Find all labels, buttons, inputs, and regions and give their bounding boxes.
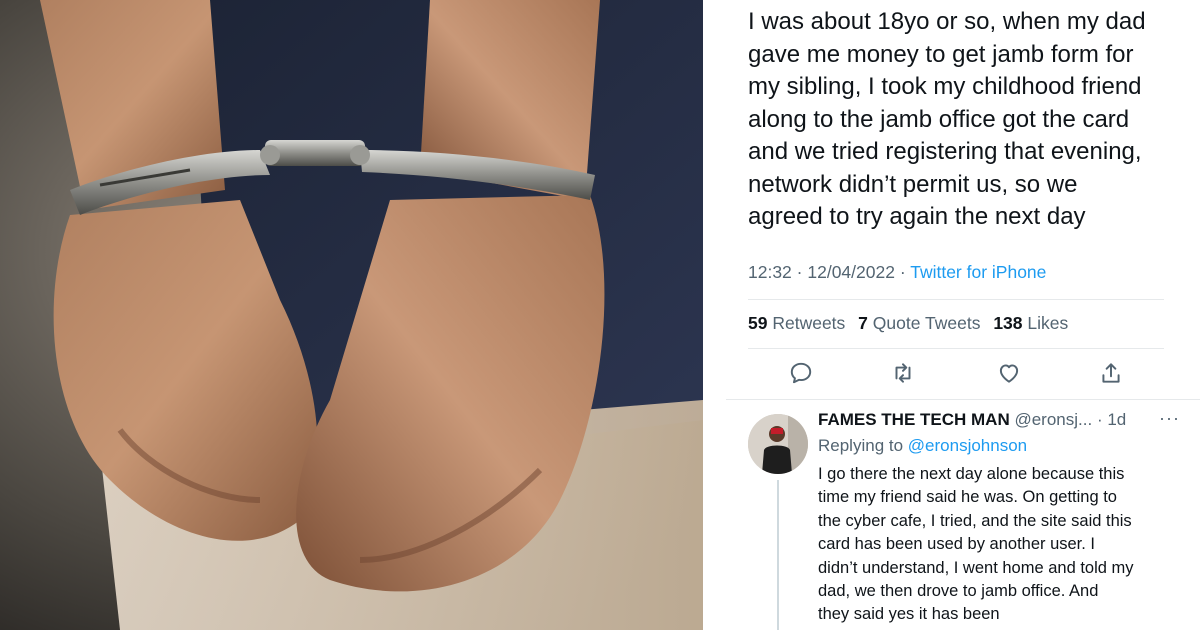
meta-separator: · <box>796 262 808 282</box>
replying-to-mention[interactable]: @eronsjohnson <box>908 436 1027 455</box>
thread-line <box>777 480 779 630</box>
tweet-panel: I was about 18yo or so, when my dad gave… <box>703 0 1200 630</box>
quotes-count: 7 <box>858 313 868 333</box>
reply-age: 1d <box>1107 410 1127 429</box>
retweets-stat[interactable]: 59 Retweets <box>748 313 845 333</box>
tweet-actions <box>748 358 1164 392</box>
retweets-label: Retweets <box>772 313 846 333</box>
tweet-stats: 59 Retweets 7 Quote Tweets 138 Likes <box>748 313 1068 334</box>
reply-button[interactable] <box>788 360 816 388</box>
user-photo-icon <box>748 414 808 474</box>
retweet-icon <box>895 363 911 383</box>
replying-prefix: Replying to <box>818 436 904 455</box>
like-button[interactable] <box>996 360 1024 388</box>
reply-header: FAMES THE TECH MAN @eronsj... · 1d <box>818 410 1126 430</box>
tweet-source-link[interactable]: Twitter for iPhone <box>910 262 1046 282</box>
retweet-button[interactable] <box>890 360 918 388</box>
reply-icon <box>790 362 812 384</box>
likes-count: 138 <box>993 313 1023 333</box>
avatar[interactable] <box>748 414 808 474</box>
divider <box>748 299 1164 300</box>
reply-author-handle[interactable]: @eronsj... <box>1014 410 1092 429</box>
tweet-time: 12:32 <box>748 262 792 282</box>
divider <box>748 348 1164 349</box>
meta-separator: · <box>899 262 911 282</box>
likes-stat[interactable]: 138 Likes <box>993 313 1068 333</box>
share-icon <box>1102 363 1120 383</box>
reply-author-name[interactable]: FAMES THE TECH MAN <box>818 410 1010 429</box>
retweets-count: 59 <box>748 313 768 333</box>
likes-label: Likes <box>1027 313 1069 333</box>
tweet-text: I was about 18yo or so, when my dad gave… <box>748 8 1146 230</box>
quotes-label: Quote Tweets <box>872 313 981 333</box>
meta-separator: · <box>1096 410 1108 429</box>
reply-text: I go there the next day alone because th… <box>818 465 1134 624</box>
tweet-meta: 12:32 · 12/04/2022 · Twitter for iPhone <box>748 262 1046 283</box>
like-icon <box>999 364 1019 383</box>
replying-to: Replying to @eronsjohnson <box>818 436 1027 456</box>
more-options-icon[interactable]: ··· <box>1159 408 1180 429</box>
tweet-date: 12/04/2022 <box>807 262 895 282</box>
reply-tweet[interactable]: FAMES THE TECH MAN @eronsj... · 1d ··· R… <box>726 399 1200 630</box>
handcuffs-photo <box>0 0 703 630</box>
quotes-stat[interactable]: 7 Quote Tweets <box>858 313 980 333</box>
share-button[interactable] <box>1098 360 1126 388</box>
